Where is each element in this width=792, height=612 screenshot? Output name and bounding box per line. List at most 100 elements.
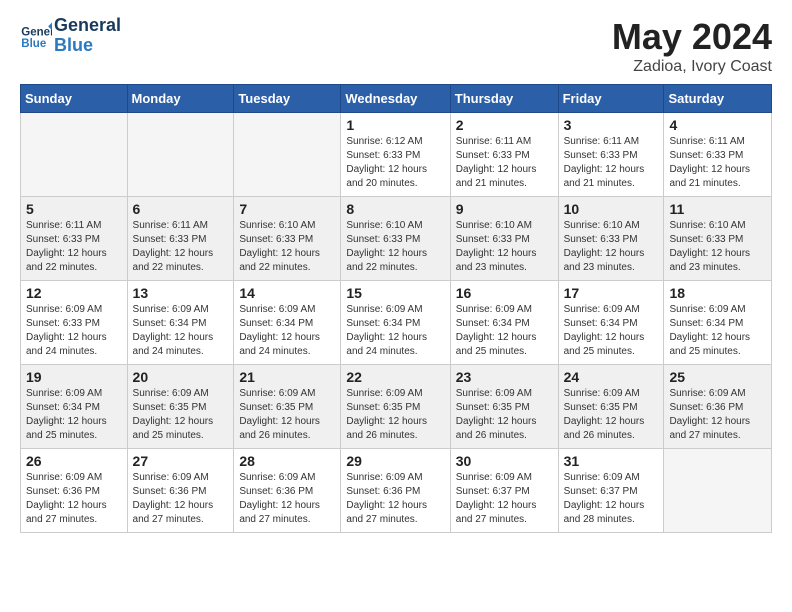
calendar-cell: 24 Sunrise: 6:09 AM Sunset: 6:35 PM Dayli…: [558, 365, 664, 449]
generalblue-logo-icon: General Blue: [20, 20, 52, 52]
day-info: Sunrise: 6:11 AM Sunset: 6:33 PM Dayligh…: [26, 219, 122, 275]
calendar-cell: [234, 113, 341, 197]
calendar-cell: 25Sunrise: 6:09 AM Sunset: 6:36 PM Dayli…: [664, 365, 772, 449]
day-info: Sunrise: 6:10 AM Sunset: 6:33 PM Dayligh…: [564, 219, 659, 275]
day-number: 10: [564, 201, 659, 217]
day-number: 3: [564, 117, 659, 133]
day-info: Sunrise: 6:09 AM Sunset: 6:36 PM Dayligh…: [239, 471, 335, 527]
calendar-title: May 2024: [612, 16, 772, 58]
calendar-cell: 17 Sunrise: 6:09 AM Sunset: 6:34 PM Dayli…: [558, 281, 664, 365]
day-number: 30: [456, 453, 553, 469]
day-info: Sunrise: 6:09 AM Sunset: 6:34 PM Dayligh…: [456, 303, 553, 359]
day-info: Sunrise: 6:10 AM Sunset: 6:33 PM Dayligh…: [456, 219, 553, 275]
calendar-table: SundayMondayTuesdayWednesdayThursdayFrid…: [20, 84, 772, 533]
logo-blue: Blue: [54, 36, 121, 56]
calendar-cell: 3 Sunrise: 6:11 AM Sunset: 6:33 PM Daylig…: [558, 113, 664, 197]
day-number: 31: [564, 453, 659, 469]
calendar-cell: 7Sunrise: 6:10 AM Sunset: 6:33 PM Daylig…: [234, 197, 341, 281]
day-number: 4: [669, 117, 766, 133]
page: General Blue General Blue May 2024 Zadio…: [0, 0, 792, 553]
calendar-cell: 20Sunrise: 6:09 AM Sunset: 6:35 PM Dayli…: [127, 365, 234, 449]
weekday-header-row: SundayMondayTuesdayWednesdayThursdayFrid…: [21, 85, 772, 113]
day-number: 12: [26, 285, 122, 301]
calendar-cell: 13Sunrise: 6:09 AM Sunset: 6:34 PM Dayli…: [127, 281, 234, 365]
logo: General Blue General Blue: [20, 16, 121, 56]
header: General Blue General Blue May 2024 Zadio…: [20, 16, 772, 76]
day-number: 28: [239, 453, 335, 469]
calendar-cell: 15 Sunrise: 6:09 AM Sunset: 6:34 PM Dayli…: [341, 281, 450, 365]
day-info: Sunrise: 6:11 AM Sunset: 6:33 PM Dayligh…: [669, 135, 766, 191]
day-info: Sunrise: 6:09 AM Sunset: 6:35 PM Dayligh…: [564, 387, 659, 443]
week-row-1: 1 Sunrise: 6:12 AM Sunset: 6:33 PM Daylig…: [21, 113, 772, 197]
calendar-cell: 9 Sunrise: 6:10 AM Sunset: 6:33 PM Daylig…: [450, 197, 558, 281]
day-number: 6: [133, 201, 229, 217]
day-number: 18: [669, 285, 766, 301]
day-info: Sunrise: 6:09 AM Sunset: 6:34 PM Dayligh…: [239, 303, 335, 359]
weekday-header-friday: Friday: [558, 85, 664, 113]
weekday-header-thursday: Thursday: [450, 85, 558, 113]
svg-text:Blue: Blue: [21, 38, 47, 50]
week-row-2: 5 Sunrise: 6:11 AM Sunset: 6:33 PM Daylig…: [21, 197, 772, 281]
day-number: 21: [239, 369, 335, 385]
week-row-4: 19 Sunrise: 6:09 AM Sunset: 6:34 PM Dayli…: [21, 365, 772, 449]
day-number: 24: [564, 369, 659, 385]
day-info: Sunrise: 6:09 AM Sunset: 6:34 PM Dayligh…: [26, 387, 122, 443]
day-number: 22: [346, 369, 444, 385]
calendar-cell: 18 Sunrise: 6:09 AM Sunset: 6:34 PM Dayli…: [664, 281, 772, 365]
calendar-cell: 23 Sunrise: 6:09 AM Sunset: 6:35 PM Dayli…: [450, 365, 558, 449]
day-number: 29: [346, 453, 444, 469]
calendar-cell: 21 Sunrise: 6:09 AM Sunset: 6:35 PM Dayli…: [234, 365, 341, 449]
day-number: 11: [669, 201, 766, 217]
day-info: Sunrise: 6:09 AM Sunset: 6:35 PM Dayligh…: [456, 387, 553, 443]
calendar-cell: 19 Sunrise: 6:09 AM Sunset: 6:34 PM Dayli…: [21, 365, 128, 449]
calendar-cell: 8Sunrise: 6:10 AM Sunset: 6:33 PM Daylig…: [341, 197, 450, 281]
day-info: Sunrise: 6:09 AM Sunset: 6:33 PM Dayligh…: [26, 303, 122, 359]
day-info: Sunrise: 6:09 AM Sunset: 6:36 PM Dayligh…: [133, 471, 229, 527]
day-number: 23: [456, 369, 553, 385]
day-info: Sunrise: 6:09 AM Sunset: 6:35 PM Dayligh…: [346, 387, 444, 443]
day-info: Sunrise: 6:10 AM Sunset: 6:33 PM Dayligh…: [239, 219, 335, 275]
day-info: Sunrise: 6:11 AM Sunset: 6:33 PM Dayligh…: [456, 135, 553, 191]
day-number: 2: [456, 117, 553, 133]
calendar-cell: [21, 113, 128, 197]
calendar-cell: 26 Sunrise: 6:09 AM Sunset: 6:36 PM Dayli…: [21, 449, 128, 533]
day-info: Sunrise: 6:09 AM Sunset: 6:34 PM Dayligh…: [346, 303, 444, 359]
calendar-cell: 30Sunrise: 6:09 AM Sunset: 6:37 PM Dayli…: [450, 449, 558, 533]
day-info: Sunrise: 6:09 AM Sunset: 6:36 PM Dayligh…: [26, 471, 122, 527]
day-number: 9: [456, 201, 553, 217]
calendar-cell: 1 Sunrise: 6:12 AM Sunset: 6:33 PM Daylig…: [341, 113, 450, 197]
calendar-cell: 5 Sunrise: 6:11 AM Sunset: 6:33 PM Daylig…: [21, 197, 128, 281]
day-info: Sunrise: 6:09 AM Sunset: 6:34 PM Dayligh…: [564, 303, 659, 359]
day-number: 1: [346, 117, 444, 133]
calendar-cell: 29Sunrise: 6:09 AM Sunset: 6:36 PM Dayli…: [341, 449, 450, 533]
weekday-header-sunday: Sunday: [21, 85, 128, 113]
day-number: 26: [26, 453, 122, 469]
weekday-header-saturday: Saturday: [664, 85, 772, 113]
day-info: Sunrise: 6:12 AM Sunset: 6:33 PM Dayligh…: [346, 135, 444, 191]
title-block: May 2024 Zadioa, Ivory Coast: [612, 16, 772, 76]
day-number: 8: [346, 201, 444, 217]
calendar-cell: 4 Sunrise: 6:11 AM Sunset: 6:33 PM Daylig…: [664, 113, 772, 197]
day-info: Sunrise: 6:09 AM Sunset: 6:36 PM Dayligh…: [669, 387, 766, 443]
week-row-5: 26 Sunrise: 6:09 AM Sunset: 6:36 PM Dayli…: [21, 449, 772, 533]
day-number: 19: [26, 369, 122, 385]
day-number: 16: [456, 285, 553, 301]
week-row-3: 12 Sunrise: 6:09 AM Sunset: 6:33 PM Dayli…: [21, 281, 772, 365]
weekday-header-monday: Monday: [127, 85, 234, 113]
day-number: 17: [564, 285, 659, 301]
calendar-cell: [664, 449, 772, 533]
svg-text:General: General: [21, 26, 52, 38]
day-info: Sunrise: 6:09 AM Sunset: 6:34 PM Dayligh…: [669, 303, 766, 359]
day-number: 13: [133, 285, 229, 301]
day-info: Sunrise: 6:09 AM Sunset: 6:35 PM Dayligh…: [239, 387, 335, 443]
day-number: 15: [346, 285, 444, 301]
day-number: 5: [26, 201, 122, 217]
calendar-cell: 2 Sunrise: 6:11 AM Sunset: 6:33 PM Daylig…: [450, 113, 558, 197]
day-number: 27: [133, 453, 229, 469]
day-info: Sunrise: 6:10 AM Sunset: 6:33 PM Dayligh…: [669, 219, 766, 275]
weekday-header-tuesday: Tuesday: [234, 85, 341, 113]
calendar-cell: 31Sunrise: 6:09 AM Sunset: 6:37 PM Dayli…: [558, 449, 664, 533]
calendar-cell: 12 Sunrise: 6:09 AM Sunset: 6:33 PM Dayli…: [21, 281, 128, 365]
day-info: Sunrise: 6:11 AM Sunset: 6:33 PM Dayligh…: [564, 135, 659, 191]
logo-general: General: [54, 16, 121, 36]
